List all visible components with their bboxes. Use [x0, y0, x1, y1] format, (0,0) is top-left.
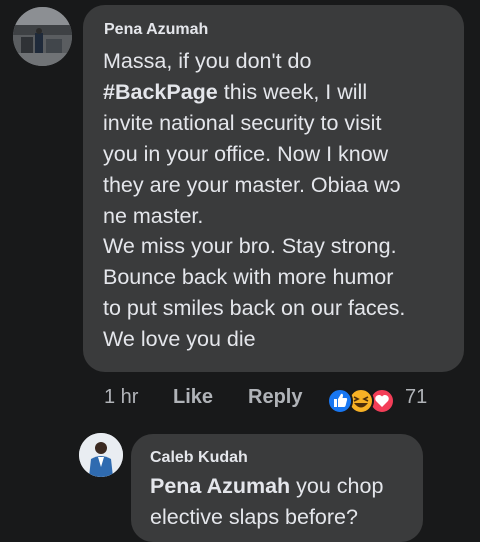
comment-timestamp[interactable]: 1 hr [104, 386, 138, 409]
comment-line: Bounce back with more humor [103, 265, 394, 290]
reply-text: Pena Azumah you chop elective slaps befo… [150, 471, 383, 533]
comment-line: you in your office. Now I know [103, 141, 389, 166]
like-icon [327, 388, 353, 414]
comment-line: ne master. [103, 203, 204, 228]
reply-line: elective slaps before? [150, 504, 358, 529]
comment-line: Massa, if you don't do [103, 49, 312, 73]
replier-avatar[interactable] [79, 433, 123, 477]
reaction-count[interactable]: 71 [405, 386, 427, 409]
mention-link[interactable]: Pena Azumah [150, 474, 290, 498]
hashtag-link[interactable]: #BackPage [103, 80, 218, 104]
reply-line: Pena Azumah you chop [150, 474, 384, 498]
comment-line: #BackPage this week, I will [103, 79, 368, 104]
comment-line: to put smiles back on our faces. [103, 296, 406, 321]
comment-line: they are your master. Obiaa wɔ [103, 172, 401, 197]
comment-author-name[interactable]: Pena Azumah [104, 21, 208, 39]
comment-text: Massa, if you don't do #BackPage this we… [103, 46, 405, 355]
avatar-photo [13, 7, 72, 66]
reactions-summary[interactable] [327, 387, 399, 415]
comment-line: invite national security to visit [103, 110, 382, 135]
comment-line: We miss your bro. Stay strong. [103, 234, 397, 259]
comment-line: We love you die [103, 327, 256, 352]
reply-author-name[interactable]: Caleb Kudah [150, 449, 248, 467]
avatar-photo [79, 433, 123, 477]
reply-button[interactable]: Reply [248, 386, 302, 409]
like-button[interactable]: Like [173, 386, 213, 409]
commenter-avatar[interactable] [13, 7, 72, 66]
